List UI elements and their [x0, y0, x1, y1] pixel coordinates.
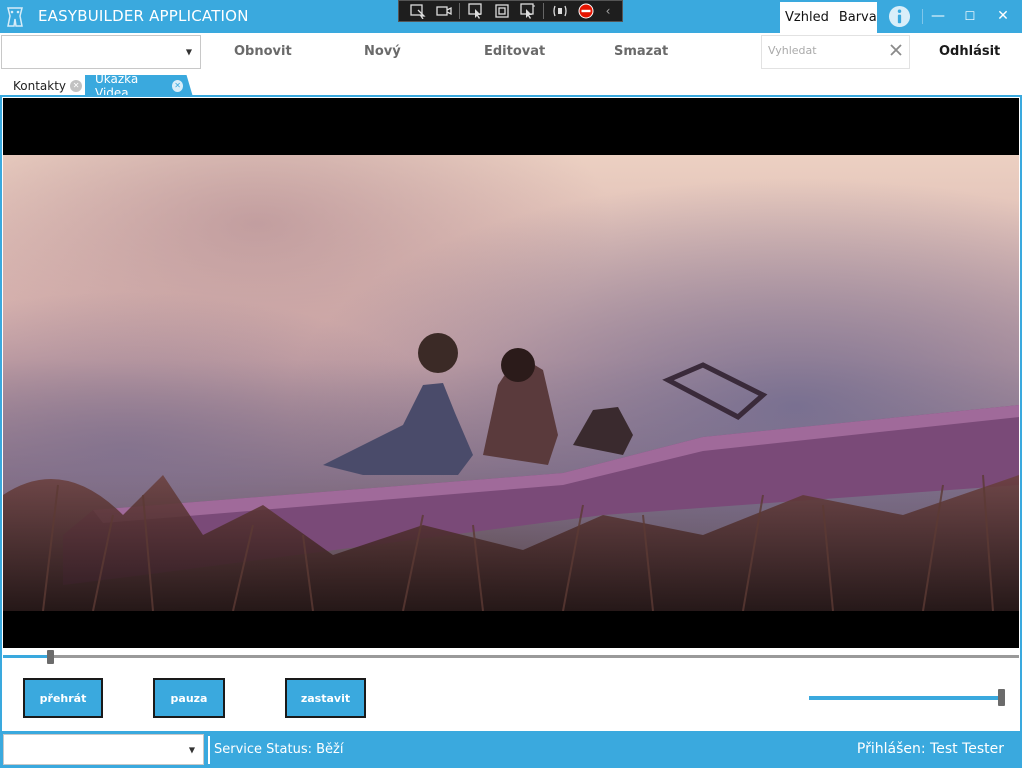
play-button[interactable]: přehrát [23, 678, 103, 718]
status-bar: ▼ Service Status: Běží Přihlášen: Test T… [0, 731, 1022, 768]
toolbar-separator [459, 3, 460, 19]
app-logo-icon [7, 7, 23, 27]
hot-reload-icon[interactable] [517, 2, 538, 20]
live-visual-tree-icon[interactable] [549, 2, 570, 20]
edit-button[interactable]: Editovat [484, 44, 545, 59]
app-window: EASYBUILDER APPLICATION ‹ Vzhled Barva —… [0, 0, 1022, 768]
new-button[interactable]: Nový [364, 44, 401, 59]
clear-search-icon[interactable] [888, 42, 904, 58]
maximize-button[interactable]: ☐ [955, 4, 985, 28]
toggle-adorners-icon[interactable] [491, 2, 512, 20]
close-tab-icon[interactable]: ✕ [172, 80, 183, 92]
logged-in-user: Přihlášen: Test Tester [856, 741, 1004, 757]
stop-button[interactable]: zastavit [285, 678, 366, 718]
delete-button[interactable]: Smazat [614, 44, 668, 59]
seek-progress [3, 655, 50, 658]
video-player[interactable] [3, 98, 1019, 648]
minimize-button[interactable]: — [923, 4, 953, 28]
tab-label: Kontakty [13, 78, 67, 93]
volume-slider[interactable] [809, 689, 1009, 707]
volume-level [809, 696, 1002, 700]
collapse-toolbar-icon[interactable]: ‹ [601, 2, 615, 20]
status-divider [208, 736, 210, 764]
tab-contacts[interactable]: Kontakty ✕ [13, 75, 83, 96]
service-status: Service Status: Běží [214, 742, 343, 757]
search-box [761, 35, 910, 69]
service-status-label: Service Status: [214, 742, 312, 757]
seek-slider[interactable] [3, 650, 1019, 664]
service-status-value: Běží [316, 742, 344, 757]
info-icon[interactable] [888, 5, 911, 28]
debug-toolbar: ‹ [398, 0, 623, 22]
logout-button[interactable]: Odhlásit [939, 44, 1000, 59]
theme-vzhled-button[interactable]: Vzhled [785, 10, 829, 25]
stop-icon[interactable] [575, 2, 596, 20]
pause-button[interactable]: pauza [153, 678, 225, 718]
theme-barva-button[interactable]: Barva [839, 10, 877, 25]
refresh-button[interactable]: Obnovit [234, 44, 292, 59]
toolbar-separator [543, 3, 544, 19]
close-window-button[interactable]: ✕ [988, 4, 1018, 28]
main-toolbar: ▼ Obnovit Nový Editovat Smazat Odhlásit [0, 33, 1022, 73]
document-tabs: Kontakty ✕ Ukázka Videa ✕ [0, 74, 1022, 97]
status-combo[interactable]: ▼ [3, 734, 204, 765]
volume-thumb[interactable] [998, 689, 1006, 706]
close-tab-icon[interactable]: ✕ [70, 79, 83, 92]
search-input[interactable] [768, 44, 886, 57]
title-bar: EASYBUILDER APPLICATION ‹ Vzhled Barva —… [0, 0, 1022, 33]
app-title: EASYBUILDER APPLICATION [38, 7, 249, 25]
record-combo[interactable]: ▼ [1, 35, 201, 69]
seek-thumb[interactable] [46, 650, 54, 664]
seek-track [3, 655, 1019, 658]
select-element-icon[interactable] [407, 2, 428, 20]
track-focus-icon[interactable] [465, 2, 486, 20]
display-layout-icon[interactable] [433, 2, 454, 20]
chevron-down-icon: ▼ [185, 47, 192, 57]
tab-video-demo[interactable]: Ukázka Videa ✕ [85, 75, 193, 97]
theme-menu: Vzhled Barva [780, 2, 877, 33]
chevron-down-icon: ▼ [188, 745, 195, 754]
video-frame [3, 155, 1019, 611]
